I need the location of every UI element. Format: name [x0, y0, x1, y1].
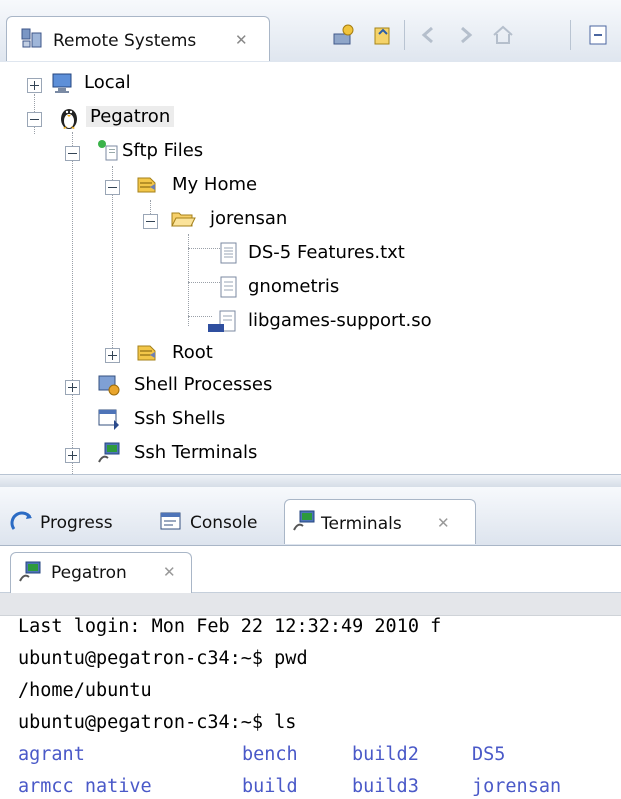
collapse-icon[interactable] [143, 214, 158, 229]
ls-entry: build [242, 776, 298, 797]
filter-folder-icon [137, 345, 156, 361]
toolbar-separator [404, 20, 405, 50]
view-splitter[interactable] [0, 474, 621, 488]
tree-node-label: jorensan [210, 208, 288, 229]
terminal-line: ubuntu@pegatron-c34:~$ pwd [18, 648, 308, 669]
remote-systems-tree: Local Pegatron Sftp Files My Home jorens… [0, 62, 621, 482]
linux-tux-icon [61, 109, 77, 129]
new-connection-icon[interactable] [330, 22, 356, 48]
terminal-line: /home/ubuntu [18, 680, 152, 701]
expand-icon[interactable] [65, 380, 80, 395]
tree-node-gnometris[interactable]: gnometris [0, 272, 440, 304]
collapse-icon[interactable] [65, 146, 80, 161]
remote-systems-icon [21, 28, 42, 48]
terminals-icon [293, 510, 315, 531]
close-icon[interactable]: ✕ [163, 563, 176, 581]
open-folder-icon [171, 212, 196, 227]
ls-entry: agrant [18, 744, 85, 765]
tree-node-jorensan[interactable]: jorensan [0, 204, 300, 236]
tree-node-local[interactable]: Local [0, 68, 300, 100]
console-icon [160, 512, 181, 530]
bottom-tabbar: Progress Console Terminals ✕ [0, 487, 621, 546]
ls-entry: bench [242, 744, 298, 765]
toolbar-separator [570, 20, 571, 50]
progress-icon [10, 511, 32, 530]
tree-node-shell-processes[interactable]: Shell Processes [0, 370, 340, 402]
library-file-icon [208, 310, 236, 332]
shell-processes-icon [98, 375, 120, 396]
home-icon[interactable] [490, 22, 516, 48]
forward-icon[interactable] [452, 22, 478, 48]
expand-icon[interactable] [105, 348, 120, 363]
tree-node-label: Root [172, 342, 213, 363]
tree-node-label: Sftp Files [122, 140, 204, 161]
tree-node-label: Ssh Shells [134, 408, 226, 429]
tree-node-ssh-shells[interactable]: Ssh Shells [0, 404, 300, 436]
tree-node-ds5-features[interactable]: DS-5 Features.txt [0, 238, 440, 270]
eclipse-window: Remote Systems ✕ Local Pegatron Sftp Fil… [0, 0, 621, 799]
file-icon [220, 276, 237, 298]
sftp-files-icon [98, 140, 118, 161]
ssh-shells-icon [98, 409, 119, 430]
refresh-icon[interactable] [370, 22, 396, 48]
ls-entry: build3 [352, 776, 419, 797]
remote-systems-tabbar: Remote Systems ✕ [0, 0, 621, 63]
ssh-terminals-icon [98, 442, 120, 463]
collapse-icon[interactable] [105, 180, 120, 195]
close-icon[interactable]: ✕ [235, 31, 248, 49]
tree-node-libgames-support[interactable]: libgames-support.so [0, 306, 460, 338]
tree-node-label: Local [84, 72, 131, 93]
tree-node-label: Ssh Terminals [134, 442, 258, 463]
expand-icon[interactable] [65, 448, 80, 463]
ls-entry: armcc native [18, 776, 152, 797]
tree-node-label: DS-5 Features.txt [248, 242, 405, 263]
collapse-all-icon[interactable] [586, 22, 612, 48]
back-icon[interactable] [416, 22, 442, 48]
remote-systems-tab-label: Remote Systems [53, 31, 197, 51]
terminal-line: Last login: Mon Feb 22 12:32:49 2010 f [18, 616, 442, 637]
session-tab-pegatron[interactable]: Pegatron ✕ [10, 552, 192, 593]
filter-folder-icon [137, 177, 156, 193]
tab-progress[interactable]: Progress [6, 499, 156, 543]
tree-node-label: libgames-support.so [248, 310, 432, 331]
tab-terminals[interactable]: Terminals ✕ [284, 499, 476, 544]
ls-entry: DS5 [472, 744, 506, 765]
terminal-header-strip [0, 593, 621, 616]
remote-systems-tab[interactable]: Remote Systems ✕ [6, 16, 270, 61]
tree-node-root[interactable]: Root [0, 338, 300, 370]
session-tab-label: Pegatron [51, 563, 127, 583]
ls-entry: build2 [352, 744, 419, 765]
tree-node-sftp-files[interactable]: Sftp Files [0, 136, 300, 168]
terminal-line: ubuntu@pegatron-c34:~$ ls [18, 712, 297, 733]
terminal-session-bar: Pegatron ✕ [0, 546, 621, 593]
local-computer-icon [52, 73, 72, 93]
tree-node-label: Shell Processes [134, 374, 273, 395]
tab-label: Console [190, 513, 258, 533]
text-file-icon [220, 242, 237, 264]
tab-label: Terminals [321, 514, 402, 534]
close-icon[interactable]: ✕ [437, 514, 450, 532]
tree-node-label: Pegatron [86, 106, 175, 127]
expand-icon[interactable] [27, 78, 42, 93]
collapse-icon[interactable] [27, 112, 42, 127]
tab-console[interactable]: Console [156, 499, 282, 543]
tree-node-my-home[interactable]: My Home [0, 170, 300, 202]
tree-node-label: gnometris [248, 276, 340, 297]
ls-entry: jorensan [472, 776, 562, 797]
tree-node-label: My Home [172, 174, 258, 195]
terminal-output[interactable]: Last login: Mon Feb 22 12:32:49 2010 f u… [0, 616, 621, 799]
terminal-session-icon [19, 561, 41, 582]
tree-node-ssh-terminals[interactable]: Ssh Terminals [0, 438, 320, 470]
tree-node-pegatron[interactable]: Pegatron [0, 102, 300, 134]
tab-label: Progress [40, 513, 113, 533]
